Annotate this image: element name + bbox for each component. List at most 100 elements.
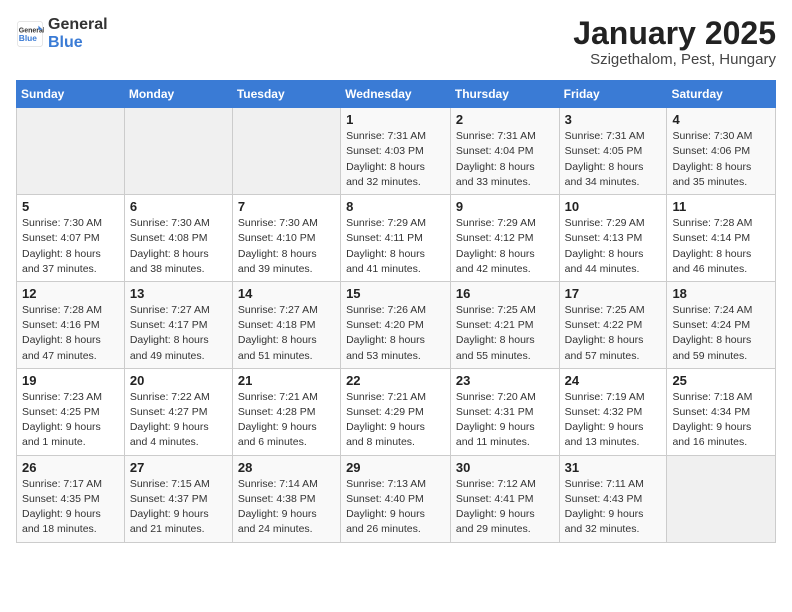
week-row-2: 5 Sunrise: 7:30 AM Sunset: 4:07 PM Daylig… [17,195,776,282]
day-info: Sunrise: 7:25 AM Sunset: 4:22 PM Dayligh… [565,303,662,364]
calendar-header: SundayMondayTuesdayWednesdayThursdayFrid… [17,81,776,108]
calendar-cell: 26 Sunrise: 7:17 AM Sunset: 4:35 PM Dayli… [17,455,125,542]
day-number: 8 [346,199,445,214]
day-info: Sunrise: 7:30 AM Sunset: 4:07 PM Dayligh… [22,216,119,277]
day-info: Sunrise: 7:25 AM Sunset: 4:21 PM Dayligh… [456,303,554,364]
logo-text: General Blue [48,16,108,51]
day-info: Sunrise: 7:24 AM Sunset: 4:24 PM Dayligh… [672,303,770,364]
weekday-header-sunday: Sunday [17,81,125,108]
day-number: 13 [130,286,227,301]
day-info: Sunrise: 7:18 AM Sunset: 4:34 PM Dayligh… [672,390,770,451]
day-number: 31 [565,460,662,475]
calendar-cell: 18 Sunrise: 7:24 AM Sunset: 4:24 PM Dayli… [667,281,776,368]
day-info: Sunrise: 7:22 AM Sunset: 4:27 PM Dayligh… [130,390,227,451]
day-info: Sunrise: 7:12 AM Sunset: 4:41 PM Dayligh… [456,477,554,538]
day-info: Sunrise: 7:30 AM Sunset: 4:06 PM Dayligh… [672,129,770,190]
calendar-cell: 15Sunrise: 7:26 AM Sunset: 4:20 PM Dayli… [341,281,451,368]
day-number: 22 [346,373,445,388]
day-info: Sunrise: 7:29 AM Sunset: 4:13 PM Dayligh… [565,216,662,277]
day-info: Sunrise: 7:27 AM Sunset: 4:18 PM Dayligh… [238,303,335,364]
weekday-header-monday: Monday [124,81,232,108]
calendar-cell: 31 Sunrise: 7:11 AM Sunset: 4:43 PM Dayli… [559,455,667,542]
calendar-cell: 11Sunrise: 7:28 AM Sunset: 4:14 PM Dayli… [667,195,776,282]
calendar-body: 1 Sunrise: 7:31 AM Sunset: 4:03 PM Daylig… [17,108,776,542]
calendar-cell [232,108,340,195]
calendar-cell: 17 Sunrise: 7:25 AM Sunset: 4:22 PM Dayli… [559,281,667,368]
day-info: Sunrise: 7:29 AM Sunset: 4:12 PM Dayligh… [456,216,554,277]
day-info: Sunrise: 7:20 AM Sunset: 4:31 PM Dayligh… [456,390,554,451]
calendar-cell: 2Sunrise: 7:31 AM Sunset: 4:04 PM Daylig… [450,108,559,195]
calendar-cell: 27Sunrise: 7:15 AM Sunset: 4:37 PM Dayli… [124,455,232,542]
day-number: 21 [238,373,335,388]
day-number: 20 [130,373,227,388]
day-info: Sunrise: 7:19 AM Sunset: 4:32 PM Dayligh… [565,390,662,451]
weekday-header-thursday: Thursday [450,81,559,108]
day-number: 26 [22,460,119,475]
day-number: 10 [565,199,662,214]
week-row-1: 1 Sunrise: 7:31 AM Sunset: 4:03 PM Daylig… [17,108,776,195]
calendar-table: SundayMondayTuesdayWednesdayThursdayFrid… [16,80,776,542]
svg-text:Blue: Blue [19,33,37,43]
day-info: Sunrise: 7:15 AM Sunset: 4:37 PM Dayligh… [130,477,227,538]
day-number: 2 [456,112,554,127]
day-number: 5 [22,199,119,214]
day-number: 14 [238,286,335,301]
day-number: 15 [346,286,445,301]
day-number: 7 [238,199,335,214]
calendar-cell: 9 Sunrise: 7:29 AM Sunset: 4:12 PM Daylig… [450,195,559,282]
title-block: January 2025 Szigethalom, Pest, Hungary [573,16,776,68]
calendar-cell: 16 Sunrise: 7:25 AM Sunset: 4:21 PM Dayli… [450,281,559,368]
logo-line1: General [48,16,108,34]
day-number: 12 [22,286,119,301]
day-number: 3 [565,112,662,127]
calendar-cell: 3 Sunrise: 7:31 AM Sunset: 4:05 PM Daylig… [559,108,667,195]
calendar-cell: 12 Sunrise: 7:28 AM Sunset: 4:16 PM Dayli… [17,281,125,368]
day-info: Sunrise: 7:21 AM Sunset: 4:29 PM Dayligh… [346,390,445,451]
weekday-header-row: SundayMondayTuesdayWednesdayThursdayFrid… [17,81,776,108]
day-info: Sunrise: 7:11 AM Sunset: 4:43 PM Dayligh… [565,477,662,538]
day-number: 23 [456,373,554,388]
calendar-cell: 25Sunrise: 7:18 AM Sunset: 4:34 PM Dayli… [667,368,776,455]
day-number: 19 [22,373,119,388]
day-info: Sunrise: 7:17 AM Sunset: 4:35 PM Dayligh… [22,477,119,538]
day-info: Sunrise: 7:29 AM Sunset: 4:11 PM Dayligh… [346,216,445,277]
day-number: 9 [456,199,554,214]
calendar-cell: 22 Sunrise: 7:21 AM Sunset: 4:29 PM Dayli… [341,368,451,455]
day-info: Sunrise: 7:14 AM Sunset: 4:38 PM Dayligh… [238,477,335,538]
calendar-cell: 10 Sunrise: 7:29 AM Sunset: 4:13 PM Dayli… [559,195,667,282]
page-header: General Blue General Blue January 2025 S… [16,16,776,68]
day-info: Sunrise: 7:31 AM Sunset: 4:03 PM Dayligh… [346,129,445,190]
calendar-cell: 20 Sunrise: 7:22 AM Sunset: 4:27 PM Dayli… [124,368,232,455]
calendar-cell: 19 Sunrise: 7:23 AM Sunset: 4:25 PM Dayli… [17,368,125,455]
logo: General Blue General Blue [16,16,108,51]
day-number: 24 [565,373,662,388]
weekday-header-tuesday: Tuesday [232,81,340,108]
day-number: 18 [672,286,770,301]
week-row-3: 12 Sunrise: 7:28 AM Sunset: 4:16 PM Dayli… [17,281,776,368]
day-info: Sunrise: 7:31 AM Sunset: 4:05 PM Dayligh… [565,129,662,190]
calendar-cell: 23 Sunrise: 7:20 AM Sunset: 4:31 PM Dayli… [450,368,559,455]
weekday-header-friday: Friday [559,81,667,108]
day-number: 28 [238,460,335,475]
day-info: Sunrise: 7:30 AM Sunset: 4:08 PM Dayligh… [130,216,227,277]
day-number: 29 [346,460,445,475]
day-info: Sunrise: 7:28 AM Sunset: 4:14 PM Dayligh… [672,216,770,277]
day-number: 4 [672,112,770,127]
day-number: 1 [346,112,445,127]
calendar-title: January 2025 [573,16,776,51]
calendar-cell: 6Sunrise: 7:30 AM Sunset: 4:08 PM Daylig… [124,195,232,282]
day-info: Sunrise: 7:28 AM Sunset: 4:16 PM Dayligh… [22,303,119,364]
calendar-cell: 30 Sunrise: 7:12 AM Sunset: 4:41 PM Dayli… [450,455,559,542]
weekday-header-saturday: Saturday [667,81,776,108]
calendar-cell: 5 Sunrise: 7:30 AM Sunset: 4:07 PM Daylig… [17,195,125,282]
week-row-5: 26 Sunrise: 7:17 AM Sunset: 4:35 PM Dayli… [17,455,776,542]
day-info: Sunrise: 7:23 AM Sunset: 4:25 PM Dayligh… [22,390,119,451]
day-number: 16 [456,286,554,301]
calendar-cell [667,455,776,542]
day-number: 17 [565,286,662,301]
day-number: 30 [456,460,554,475]
calendar-cell: 8 Sunrise: 7:29 AM Sunset: 4:11 PM Daylig… [341,195,451,282]
calendar-cell [124,108,232,195]
calendar-cell: 13Sunrise: 7:27 AM Sunset: 4:17 PM Dayli… [124,281,232,368]
calendar-cell: 24 Sunrise: 7:19 AM Sunset: 4:32 PM Dayli… [559,368,667,455]
